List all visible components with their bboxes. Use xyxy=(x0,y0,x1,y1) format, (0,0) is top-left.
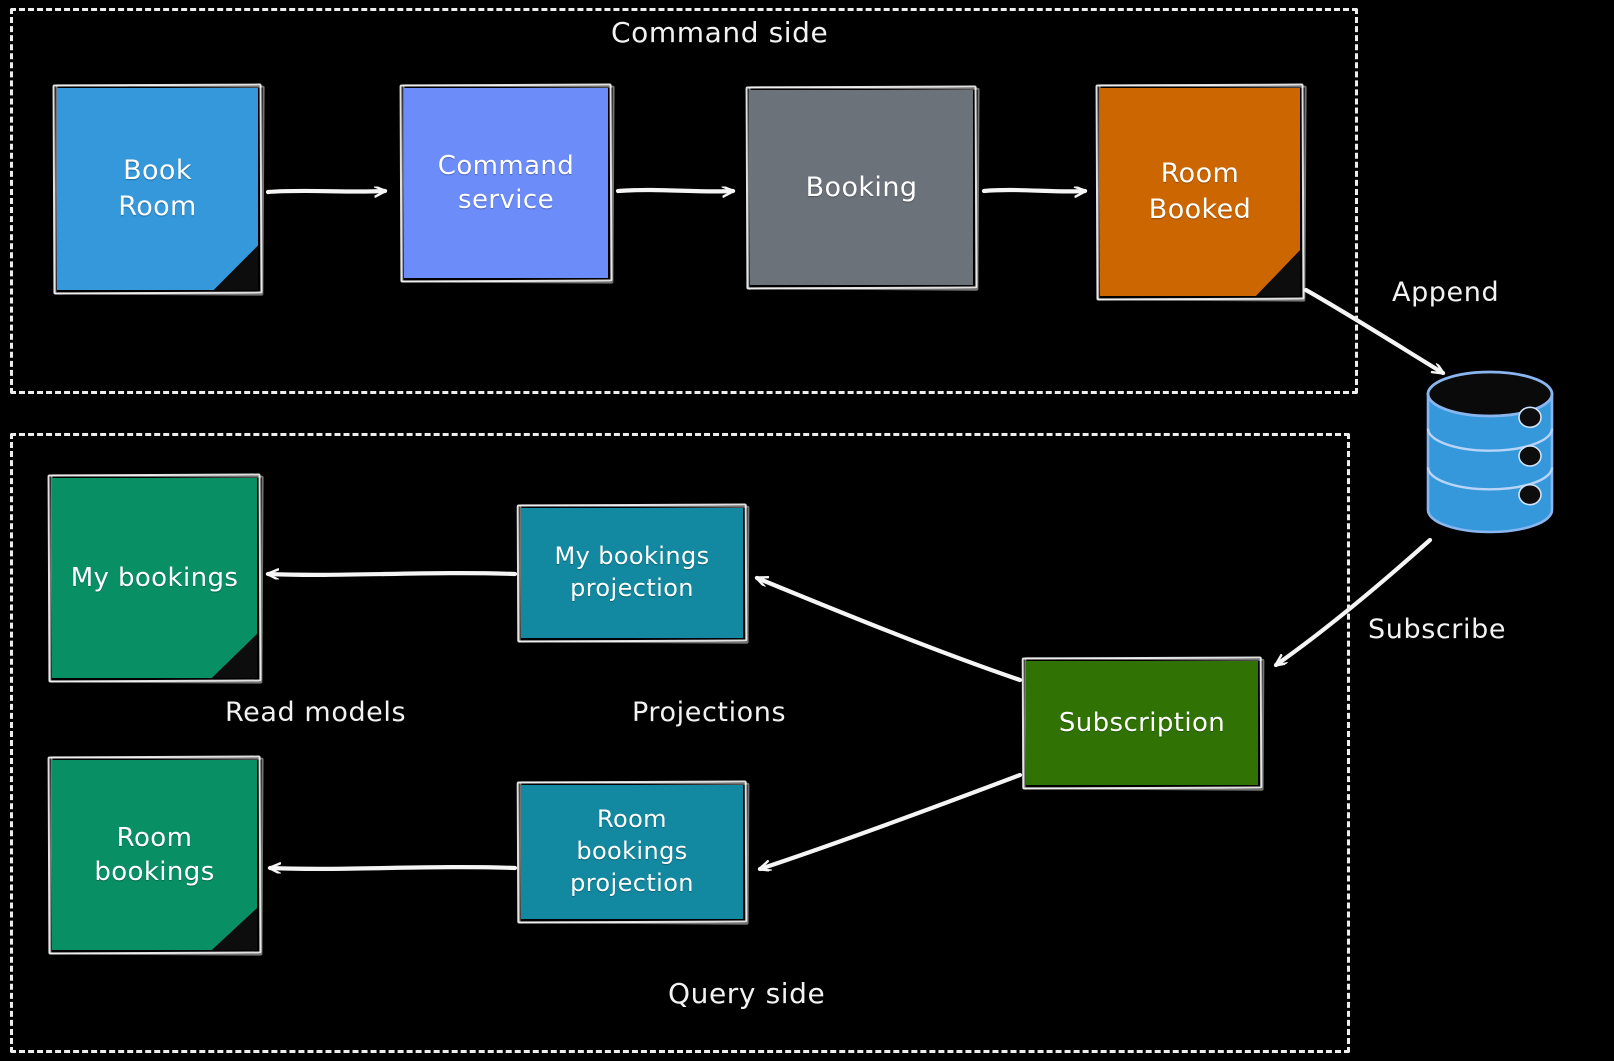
event-store-database-icon[interactable] xyxy=(1420,368,1560,540)
read-models-label: Read models xyxy=(225,697,407,728)
node-label: Booking xyxy=(805,171,918,203)
diagram-canvas: Command side Query side Read models Proj… xyxy=(0,0,1614,1061)
node-label: My bookings xyxy=(70,562,239,593)
node-label: Command service xyxy=(437,150,575,215)
node-label: Subscription xyxy=(1058,707,1226,738)
append-edge-label: Append xyxy=(1392,277,1500,308)
node-command-service[interactable]: Command service xyxy=(399,83,615,284)
node-my-bookings-projection[interactable]: My bookings projection xyxy=(516,503,750,644)
query-side-label: Query side xyxy=(668,977,826,1010)
node-label: Book Room xyxy=(118,155,197,222)
subscribe-edge-label: Subscribe xyxy=(1368,614,1507,645)
node-subscription[interactable]: Subscription xyxy=(1021,656,1265,791)
node-label: Room bookings xyxy=(94,822,215,887)
node-booking[interactable]: Booking xyxy=(745,85,980,291)
projections-label: Projections xyxy=(632,697,787,728)
node-label: My bookings projection xyxy=(554,542,710,602)
command-side-label: Command side xyxy=(611,16,829,49)
node-room-bookings-projection[interactable]: Room bookings projection xyxy=(516,780,750,925)
node-book-room[interactable]: Book Room xyxy=(52,83,265,296)
node-room-bookings[interactable]: Room bookings xyxy=(47,755,264,956)
database-cylinder-icon xyxy=(1426,370,1554,534)
node-room-booked[interactable]: Room Booked xyxy=(1095,83,1307,302)
node-label: Room bookings projection xyxy=(570,805,694,897)
node-my-bookings[interactable]: My bookings xyxy=(47,473,264,684)
node-label: Room Booked xyxy=(1148,158,1252,225)
